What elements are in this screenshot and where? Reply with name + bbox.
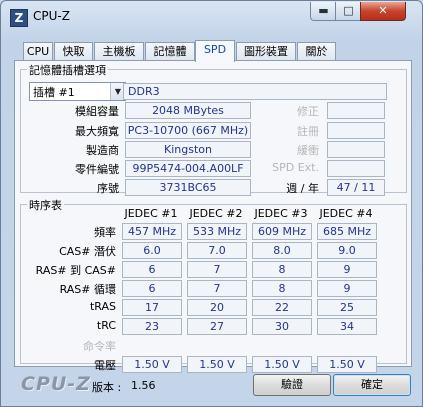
timing-cell: 23 (122, 318, 182, 335)
ok-button[interactable]: 確定 (333, 374, 411, 396)
tab-mainboard[interactable]: 主機板 (94, 42, 144, 61)
timing-cell: 6 (122, 261, 182, 278)
minimize-button[interactable]: ▬ (310, 2, 337, 21)
week-year-label: 週 / 年 (286, 182, 319, 195)
timing-cell: 1.50 V (317, 356, 377, 373)
timing-cell: 6 (122, 280, 182, 297)
timing-cell: 8 (252, 261, 312, 278)
ras-to-cas-label: RAS# 到 CAS# (35, 264, 116, 277)
timings-group: 時序表 JEDEC #1 JEDEC #2 JEDEC #3 JEDEC #4 … (20, 197, 407, 373)
cpuz-logo: CPU-Z (21, 373, 91, 395)
memory-type-value: DDR3 (123, 83, 387, 100)
timing-cell: 457 MHz (122, 223, 182, 240)
tab-graphics[interactable]: 圖形裝置 (236, 42, 296, 61)
tab-cpu[interactable]: CPU (23, 42, 53, 61)
timing-cell: 685 MHz (317, 223, 377, 240)
serial-label: 序號 (97, 182, 119, 195)
timings-group-title: 時序表 (27, 197, 64, 213)
timing-cell: 22 (252, 299, 312, 316)
cas-latency-label: CAS# 潛伏 (59, 245, 116, 258)
timing-cell: 7.0 (187, 242, 247, 259)
timing-cell: 1.50 V (187, 356, 247, 373)
timing-cell: 9 (317, 261, 377, 278)
part-number-label: 零件編號 (75, 163, 119, 176)
cpuz-window: Z CPU-Z ▬ □ ✕ CPU 快取 主機板 記憶體 SPD 圖形裝置 關於… (0, 0, 423, 407)
ras-precharge-label: RAS# 循環 (59, 283, 116, 296)
max-bandwidth-value: PC3-10700 (667 MHz) (125, 122, 251, 139)
timing-cell: 6.0 (122, 242, 182, 259)
timing-cell: 7 (187, 261, 247, 278)
buffered-label: 緩衝 (297, 144, 319, 157)
timing-cell: 8.0 (252, 242, 312, 259)
timing-cell: 7 (187, 280, 247, 297)
timing-cell: 9.0 (317, 242, 377, 259)
frequency-label: 頻率 (94, 226, 116, 239)
slot-group-title: 記憶體插槽選項 (27, 62, 108, 78)
tab-about[interactable]: 關於 (297, 42, 336, 61)
tras-label: tRAS (89, 300, 116, 313)
slot-select[interactable]: 插槽 #1 ▼ (29, 82, 126, 101)
column-header-jedec-1: JEDEC #1 (124, 207, 178, 220)
timing-cell: 1.50 V (252, 356, 312, 373)
column-header-jedec-4: JEDEC #4 (319, 207, 373, 220)
timing-cell: 30 (252, 318, 312, 335)
timing-cell: 20 (187, 299, 247, 316)
timing-cell: 34 (317, 318, 377, 335)
timing-cell: 8 (252, 280, 312, 297)
version-value: 1.56 (131, 379, 156, 392)
voltage-label: 電壓 (94, 359, 116, 372)
week-year-value: 47 / 11 (327, 179, 385, 196)
window-title: CPU-Z (33, 9, 70, 23)
serial-value: 3731BC65 (125, 179, 251, 196)
timing-cell: 25 (317, 299, 377, 316)
registered-label: 註冊 (297, 125, 319, 138)
module-size-label: 模組容量 (75, 105, 119, 118)
tab-spd[interactable]: SPD (195, 40, 235, 62)
slot-selection-group: 記憶體插槽選項 插槽 #1 ▼ DDR3 模組容量 2048 MBytes 修正… (20, 62, 407, 196)
buffered-value (327, 141, 385, 158)
slot-select-value: 插槽 #1 (33, 86, 75, 99)
close-button[interactable]: ✕ (360, 2, 406, 21)
max-bandwidth-label: 最大頻寬 (75, 125, 119, 138)
title-bar[interactable]: Z CPU-Z ▬ □ ✕ (1, 1, 422, 31)
module-size-value: 2048 MBytes (125, 102, 251, 119)
timing-cell: 1.50 V (122, 356, 182, 373)
correction-label: 修正 (297, 105, 319, 118)
cpuz-app-icon: Z (10, 9, 28, 27)
tab-memory[interactable]: 記憶體 (145, 42, 195, 61)
maximize-button[interactable]: □ (335, 2, 362, 21)
timing-cell: 609 MHz (252, 223, 312, 240)
spd-panel: 記憶體插槽選項 插槽 #1 ▼ DDR3 模組容量 2048 MBytes 修正… (14, 60, 412, 373)
spd-ext-label: SPD Ext. (272, 161, 319, 174)
command-rate-label: 命令率 (83, 340, 116, 353)
timing-cell: 533 MHz (187, 223, 247, 240)
timing-cell: 9 (317, 280, 377, 297)
column-header-jedec-3: JEDEC #3 (254, 207, 308, 220)
correction-value (327, 102, 385, 119)
column-header-jedec-2: JEDEC #2 (189, 207, 243, 220)
spd-ext-value (327, 160, 385, 177)
part-number-value: 99P5474-004.A00LF (125, 160, 251, 177)
tab-cache[interactable]: 快取 (54, 42, 93, 61)
registered-value (327, 122, 385, 139)
version-label: 版本 : (92, 381, 122, 394)
trc-label: tRC (96, 319, 116, 332)
timing-cell: 17 (122, 299, 182, 316)
manufacturer-label: 製造商 (86, 144, 119, 157)
timing-cell: 27 (187, 318, 247, 335)
validate-button[interactable]: 驗證 (253, 374, 331, 396)
manufacturer-value: Kingston (125, 141, 251, 158)
